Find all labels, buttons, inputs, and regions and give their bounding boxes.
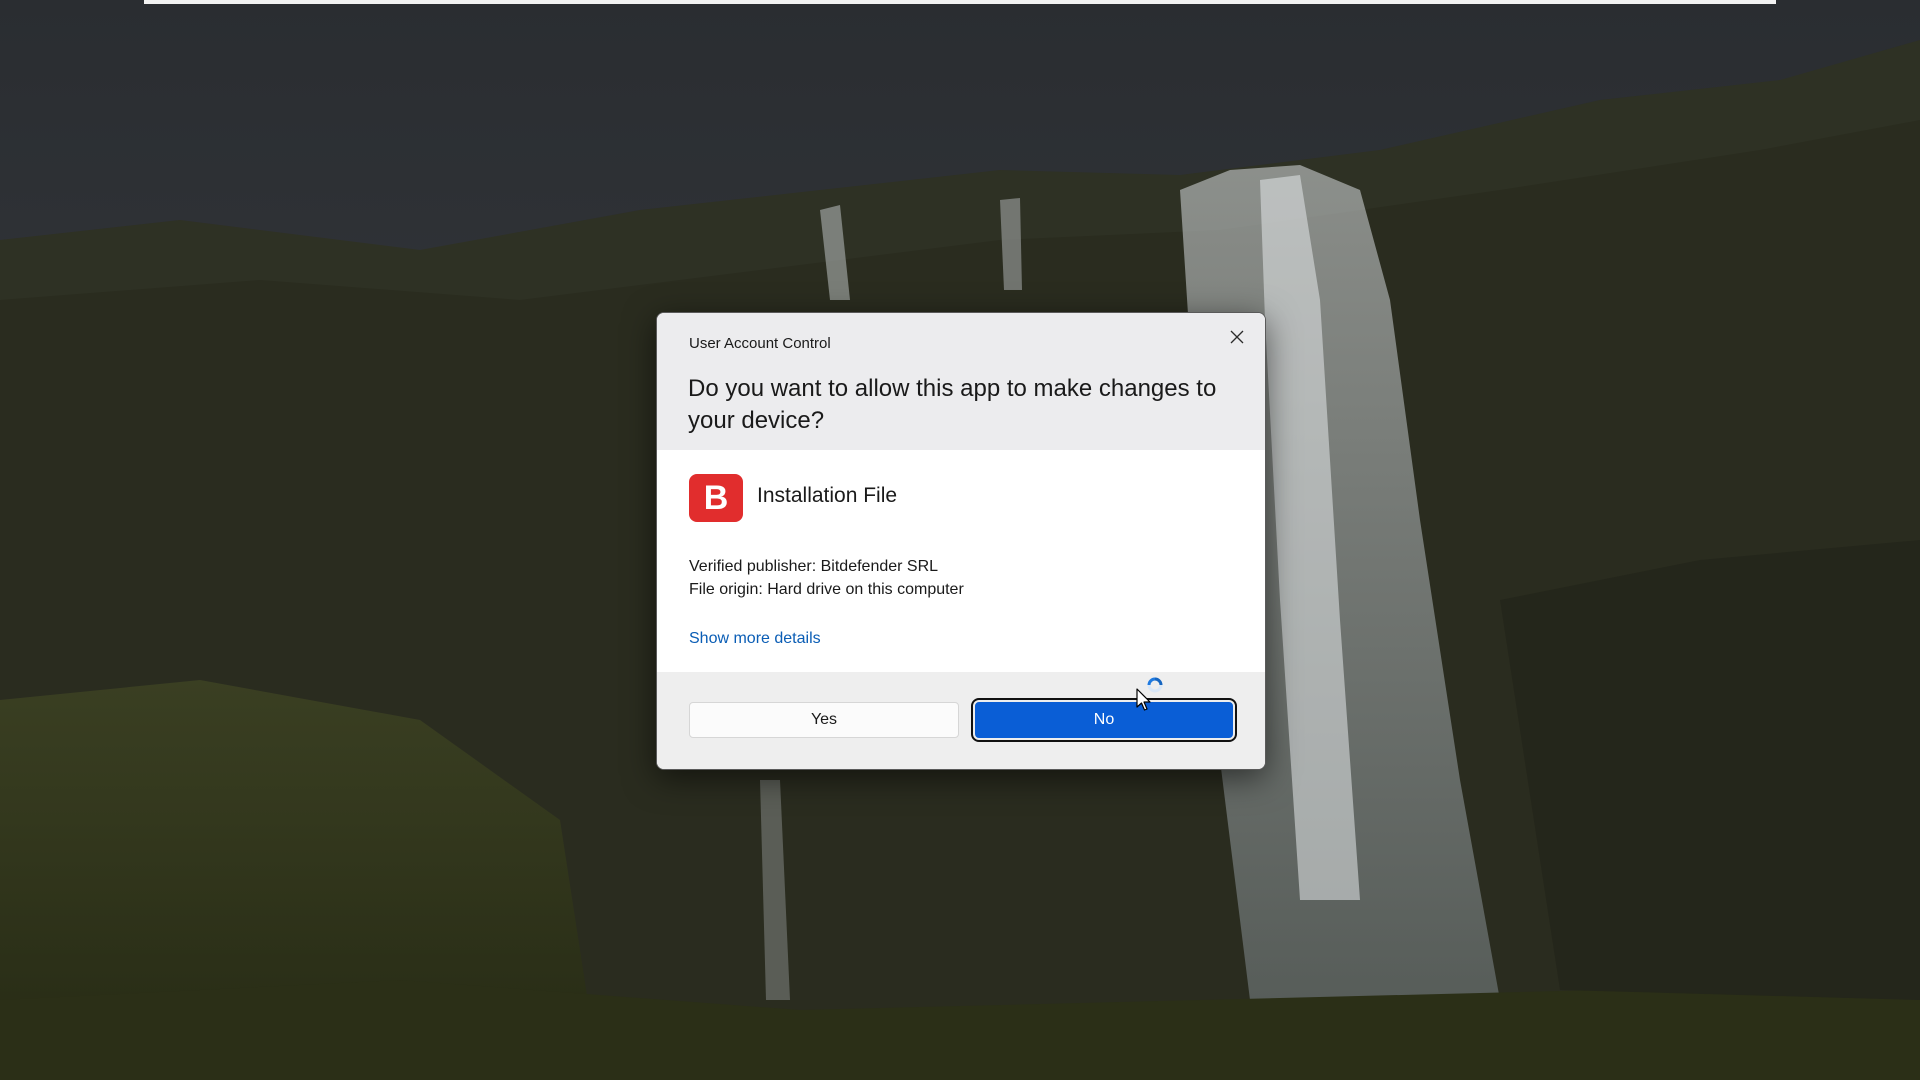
bitdefender-app-icon: B: [689, 474, 743, 522]
uac-dialog: User Account Control Do you want to allo…: [656, 312, 1266, 770]
file-origin: File origin: Hard drive on this computer: [689, 581, 964, 598]
close-icon: [1230, 330, 1244, 344]
dialog-header: User Account Control Do you want to allo…: [657, 313, 1265, 450]
close-button[interactable]: [1217, 321, 1257, 353]
dialog-footer: Yes No: [657, 672, 1265, 769]
desktop: User Account Control Do you want to allo…: [0, 0, 1920, 1080]
show-more-details-link[interactable]: Show more details: [689, 630, 821, 648]
dialog-body: B Installation File Verified publisher: …: [657, 450, 1265, 672]
yes-button[interactable]: Yes: [689, 702, 959, 738]
top-edge-bar: [144, 0, 1776, 4]
dialog-question: Do you want to allow this app to make ch…: [688, 375, 1217, 434]
verified-publisher: Verified publisher: Bitdefender SRL: [689, 558, 939, 575]
app-name: Installation File: [757, 484, 898, 507]
no-button[interactable]: No: [971, 698, 1237, 742]
app-icon-letter: B: [703, 479, 729, 517]
dialog-title: User Account Control: [689, 335, 831, 352]
